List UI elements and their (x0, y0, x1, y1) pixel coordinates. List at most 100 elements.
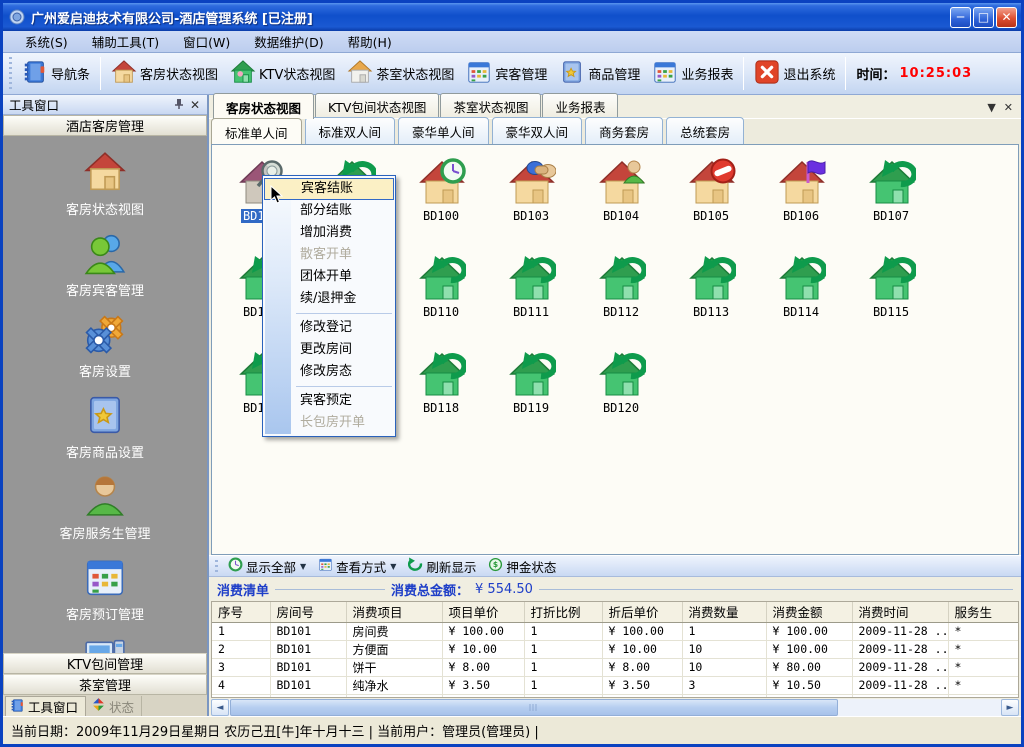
room-type-tab-3[interactable]: 豪华双人间 (492, 117, 583, 144)
col-header-6[interactable]: 消费数量 (682, 602, 766, 622)
view-tab-3[interactable]: 业务报表 (542, 93, 618, 118)
room-BD103[interactable]: BD103 (486, 153, 576, 249)
dropdown-arrow-icon[interactable]: ▼ (300, 562, 306, 571)
room-BD118[interactable]: BD118 (396, 345, 486, 441)
room-BD119[interactable]: BD119 (486, 345, 576, 441)
menu-item-1[interactable]: 辅助工具(T) (80, 30, 171, 53)
sidebar-item-3[interactable]: 客房商品设置 (66, 393, 144, 461)
sidebar-tab-0[interactable]: 工具窗口 (5, 696, 86, 716)
context-menu-item-9[interactable]: 修改房态 (264, 361, 394, 383)
sidebar-item-4[interactable]: 客房服务生管理 (59, 474, 150, 542)
sidebar-tab-1[interactable]: 状态 (87, 696, 142, 716)
room-handshake-icon (506, 157, 556, 208)
col-header-8[interactable]: 消费时间 (852, 602, 948, 622)
col-header-4[interactable]: 打折比例 (524, 602, 602, 622)
col-header-5[interactable]: 折后单价 (602, 602, 682, 622)
scroll-left-icon[interactable]: ◄ (211, 699, 229, 716)
context-menu-item-1[interactable]: 部分结账 (264, 200, 394, 222)
guests-icon (83, 231, 127, 278)
view-tab-1[interactable]: KTV包间状态视图 (315, 93, 439, 118)
cell: ¥ 3.50 (602, 676, 682, 694)
toolbar-button-4[interactable]: 宾客管理 (460, 56, 553, 91)
room-BD110[interactable]: BD110 (396, 249, 486, 345)
room-BD104[interactable]: BD104 (576, 153, 666, 249)
room-BD113[interactable]: BD113 (666, 249, 756, 345)
toolbar-button-1[interactable]: 客房状态视图 (105, 56, 224, 91)
room-action-button-0[interactable]: 显示全部▼ (222, 556, 312, 577)
toolbar-button-6[interactable]: 业务报表 (646, 56, 739, 91)
dropdown-arrow-icon[interactable]: ▼ (390, 562, 396, 571)
context-menu-item-4[interactable]: 团体开单 (264, 266, 394, 288)
maximize-button[interactable]: □ (973, 7, 994, 28)
scrollbar-thumb[interactable] (230, 699, 838, 716)
sidebar-section-1[interactable]: 茶室管理 (3, 674, 207, 695)
menu-bar: 系统(S)辅助工具(T)窗口(W)数据维护(D)帮助(H) (3, 31, 1021, 53)
room-type-tab-4[interactable]: 商务套房 (585, 117, 663, 144)
toolbar-button-5[interactable]: 商品管理 (553, 56, 646, 91)
context-menu-item-5[interactable]: 续/退押金 (264, 288, 394, 310)
room-BD111[interactable]: BD111 (486, 249, 576, 345)
table-row[interactable]: 2BD101方便面¥ 10.001¥ 10.0010¥ 100.002009-1… (212, 640, 1018, 658)
pin-icon[interactable] (171, 98, 187, 112)
toolbar-button-0[interactable]: 导航条 (16, 56, 96, 91)
toolbar-button-7[interactable]: 退出系统 (748, 56, 841, 91)
table-row[interactable]: 1BD101房间费¥ 100.001¥ 100.001¥ 100.002009-… (212, 622, 1018, 640)
toolbar-button-label: 客房状态视图 (140, 64, 218, 83)
col-header-1[interactable]: 房间号 (270, 602, 346, 622)
context-menu-item-2[interactable]: 增加消费 (264, 222, 394, 244)
context-menu-item-7[interactable]: 修改登记 (264, 317, 394, 339)
room-BD115[interactable]: BD115 (846, 249, 936, 345)
view-tab-0[interactable]: 客房状态视图 (213, 93, 314, 119)
room-BD120[interactable]: BD120 (576, 345, 666, 441)
room-type-tab-2[interactable]: 豪华单人间 (398, 117, 489, 144)
toolbar-button-3[interactable]: 茶室状态视图 (341, 56, 460, 91)
room-BD112[interactable]: BD112 (576, 249, 666, 345)
room-BD105[interactable]: BD105 (666, 153, 756, 249)
col-header-2[interactable]: 消费项目 (346, 602, 442, 622)
scroll-right-icon[interactable]: ► (1001, 699, 1019, 716)
menu-item-4[interactable]: 帮助(H) (336, 30, 404, 53)
menu-item-2[interactable]: 窗口(W) (171, 30, 242, 53)
sidebar-item-5[interactable]: 客房预订管理 (66, 555, 144, 623)
room-type-tab-0[interactable]: 标准单人间 (211, 118, 302, 145)
room-BD106[interactable]: BD106 (756, 153, 846, 249)
tab-close-icon[interactable]: ✕ (1004, 101, 1013, 114)
sidebar-section-0[interactable]: KTV包间管理 (3, 653, 207, 674)
context-menu-item-11[interactable]: 宾客预定 (264, 390, 394, 412)
tab-dropdown-icon[interactable]: ▼ (987, 101, 995, 114)
col-header-3[interactable]: 项目单价 (442, 602, 524, 622)
sidebar-close-icon[interactable]: ✕ (187, 98, 203, 112)
sidebar-item-1[interactable]: 客房宾客管理 (66, 231, 144, 299)
room-type-tab-1[interactable]: 标准双人间 (305, 117, 396, 144)
sidebar-section-header[interactable]: 酒店客房管理 (3, 115, 207, 136)
room-BD100[interactable]: BD100 (396, 153, 486, 249)
sidebar-item-2[interactable]: 客房设置 (79, 312, 131, 380)
sidebar-item-6[interactable]: 客房其他款项登记 (53, 636, 157, 653)
room-BD107[interactable]: BD107 (846, 153, 936, 249)
window-title: 广州爱启迪技术有限公司-酒店管理系统 [已注册] (31, 8, 948, 27)
context-menu-item-8[interactable]: 更改房间 (264, 339, 394, 361)
cell: 4 (212, 676, 270, 694)
close-button[interactable]: ✕ (996, 7, 1017, 28)
toolbar-button-label: 商品管理 (588, 64, 640, 83)
minimize-button[interactable]: ─ (950, 7, 971, 28)
room-BD114[interactable]: BD114 (756, 249, 846, 345)
col-header-9[interactable]: 服务生 (948, 602, 1018, 622)
room-action-button-3[interactable]: $押金状态 (482, 556, 562, 577)
room-action-button-1[interactable]: 查看方式▼ (312, 556, 402, 577)
col-header-7[interactable]: 消费金额 (766, 602, 852, 622)
menu-item-0[interactable]: 系统(S) (13, 30, 80, 53)
table-row[interactable]: 4BD101纯净水¥ 3.501¥ 3.503¥ 10.502009-11-28… (212, 676, 1018, 694)
room-type-tab-5[interactable]: 总统套房 (666, 117, 744, 144)
room-action-button-2[interactable]: 刷新显示 (402, 556, 482, 577)
table-row[interactable]: 5BD101红葡萄酒¥ 88.001¥ 88.003¥ 264.002009-1… (212, 694, 1018, 698)
table-row[interactable]: 3BD101饼干¥ 8.001¥ 8.0010¥ 80.002009-11-28… (212, 658, 1018, 676)
col-header-0[interactable]: 序号 (212, 602, 270, 622)
context-menu-item-0[interactable]: 宾客结账 (264, 178, 394, 200)
menu-item-3[interactable]: 数据维护(D) (242, 30, 335, 53)
scrollbar-track[interactable] (229, 699, 1001, 716)
room-actions-toolbar: 显示全部▼查看方式▼刷新显示$押金状态 (209, 555, 1021, 577)
view-tab-2[interactable]: 茶室状态视图 (440, 93, 541, 118)
sidebar-item-0[interactable]: 客房状态视图 (66, 150, 144, 218)
toolbar-button-2[interactable]: KTV状态视图 (224, 56, 341, 91)
